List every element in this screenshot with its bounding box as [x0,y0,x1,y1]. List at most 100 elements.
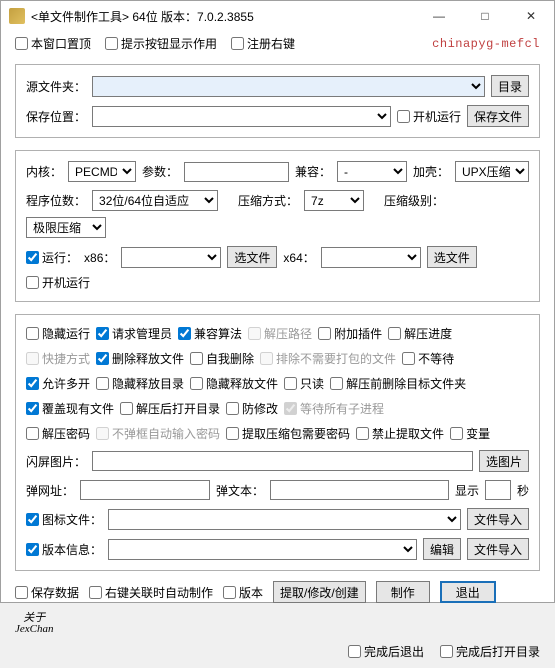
show-label: 显示 [455,482,479,499]
anti-modify-check[interactable]: 防修改 [226,400,278,417]
group-options: 隐藏运行 请求管理员 兼容算法 解压路径 附加插件 解压进度 快捷方式 删除释放… [15,314,540,571]
bits-combo[interactable]: 32位/64位自适应 [92,190,218,211]
forbid-extract-check[interactable]: 禁止提取文件 [356,425,444,442]
params-label: 参数： [142,163,178,180]
x64-combo[interactable] [321,247,421,268]
save-location-combo[interactable] [92,106,391,127]
window-title: <单文件制作工具> 64位 版本：7.0.2.3855 [31,8,416,25]
del-release-check[interactable]: 删除释放文件 [96,350,184,367]
req-admin-check[interactable]: 请求管理员 [96,325,172,342]
titlebar: <单文件制作工具> 64位 版本：7.0.2.3855 — □ ✕ [1,1,554,31]
ziplevel-combo[interactable]: 极限压缩 [26,217,106,238]
hide-run-check[interactable]: 隐藏运行 [26,325,90,342]
unzip-path-check[interactable]: 解压路径 [248,325,312,342]
auto-on-assoc-check[interactable]: 右键关联时自动制作 [89,584,213,601]
top-options: 本窗口置顶 提示按钮显示作用 注册右键 chinapyg-mefcl [1,31,554,58]
exit-after-check[interactable]: 完成后退出 [348,643,424,660]
icon-import-button[interactable]: 文件导入 [467,508,529,530]
popup-text-input[interactable] [270,480,449,500]
attach-plugin-check[interactable]: 附加插件 [318,325,382,342]
version-check[interactable]: 版本 [223,584,263,601]
icon-file-check[interactable]: 图标文件： [26,511,102,528]
edit-button[interactable]: 编辑 [423,538,461,560]
splash-label: 闪屏图片： [26,453,86,470]
dir-button[interactable]: 目录 [491,75,529,97]
pin-window-check[interactable]: 本窗口置顶 [15,35,91,52]
unzip-progress-check[interactable]: 解压进度 [388,325,452,342]
readonly-check[interactable]: 只读 [284,375,324,392]
save-data-check[interactable]: 保存数据 [15,584,79,601]
del-before-unzip-check[interactable]: 解压前删除目标文件夹 [330,375,466,392]
allow-multi-check[interactable]: 允许多开 [26,375,90,392]
run-check[interactable]: 运行： [26,249,78,266]
version-info-check[interactable]: 版本信息： [26,541,102,558]
version-import-button[interactable]: 文件导入 [467,538,529,560]
show-seconds-input[interactable] [485,480,511,500]
boot-run-label: 开机运行 [413,108,461,125]
hint-buttons-label: 提示按钮显示作用 [121,35,217,52]
version-info-combo[interactable] [108,539,417,560]
open-after-unzip-check[interactable]: 解压后打开目录 [120,400,220,417]
icon-file-combo[interactable] [108,509,461,530]
pick-x64-button[interactable]: 选文件 [427,246,477,268]
x86-label: x86： [84,249,115,266]
zipmode-label: 压缩方式： [238,192,298,209]
exit-button[interactable]: 退出 [440,581,496,603]
source-folder-label: 源文件夹： [26,78,86,95]
extract-button[interactable]: 提取/修改/创建 [273,581,366,603]
zipmode-combo[interactable]: 7z [304,190,364,211]
source-folder-combo[interactable] [92,76,485,97]
save-location-label: 保存位置： [26,108,86,125]
watermark: chinapyg-mefcl [432,37,540,51]
boot-run-check[interactable]: 开机运行 [397,108,461,125]
popup-text-label: 弹文本： [216,482,264,499]
maximize-button[interactable]: □ [462,1,508,31]
make-button[interactable]: 制作 [376,581,430,603]
pick-x86-button[interactable]: 选文件 [227,246,277,268]
minimize-button[interactable]: — [416,1,462,31]
boot-run2-check[interactable]: 开机运行 [26,274,90,291]
wait-children-check: 等待所有子进程 [284,400,384,417]
ziplevel-label: 压缩级别： [384,192,444,209]
kernel-combo[interactable]: PECMD [68,161,136,182]
hide-rel-dir-check[interactable]: 隐藏释放目录 [96,375,184,392]
shell-combo[interactable]: UPX压缩 [455,161,529,182]
register-rightclick-check[interactable]: 注册右键 [231,35,295,52]
hint-buttons-check[interactable]: 提示按钮显示作用 [105,35,217,52]
compat-combo[interactable]: - [337,161,407,182]
run-label: 运行： [42,249,78,266]
kernel-label: 内核： [26,163,62,180]
boot-run2-label: 开机运行 [42,274,90,291]
pin-window-label: 本窗口置顶 [31,35,91,52]
x86-combo[interactable] [121,247,221,268]
overwrite-check[interactable]: 覆盖现有文件 [26,400,114,417]
hide-rel-file-check[interactable]: 隐藏释放文件 [190,375,278,392]
bits-label: 程序位数： [26,192,86,209]
popup-url-input[interactable] [80,480,210,500]
unzip-pwd-check[interactable]: 解压密码 [26,425,90,442]
compat-label: 兼容： [295,163,331,180]
pkg-need-pwd-check[interactable]: 提取压缩包需要密码 [226,425,350,442]
group-build: 内核： PECMD 参数： 兼容： - 加壳： UPX压缩 程序位数： 32位/… [15,150,540,302]
compat-algo-check[interactable]: 兼容算法 [178,325,242,342]
save-file-button[interactable]: 保存文件 [467,105,529,127]
app-icon [9,8,25,24]
popup-url-label: 弹网址： [26,482,74,499]
seconds-label: 秒 [517,482,529,499]
splash-input[interactable] [92,451,473,471]
pick-img-button[interactable]: 选图片 [479,450,529,472]
shortcut-check[interactable]: 快捷方式 [26,350,90,367]
shell-label: 加壳： [413,163,449,180]
params-input[interactable] [184,162,289,182]
no-wait-check[interactable]: 不等待 [402,350,454,367]
close-button[interactable]: ✕ [508,1,554,31]
register-rightclick-label: 注册右键 [247,35,295,52]
variable-check[interactable]: 变量 [450,425,490,442]
no-auto-pwd-check[interactable]: 不弹框自动输入密码 [96,425,220,442]
bottom-bar: 保存数据 右键关联时自动制作 版本 提取/修改/创建 制作 退出 关于 JexC… [1,577,554,641]
exclude-files-check[interactable]: 排除不需要打包的文件 [260,350,396,367]
open-after-check[interactable]: 完成后打开目录 [440,643,540,660]
about-link[interactable]: 关于 JexChan [15,613,53,635]
x64-label: x64： [283,249,314,266]
self-del-check[interactable]: 自我删除 [190,350,254,367]
